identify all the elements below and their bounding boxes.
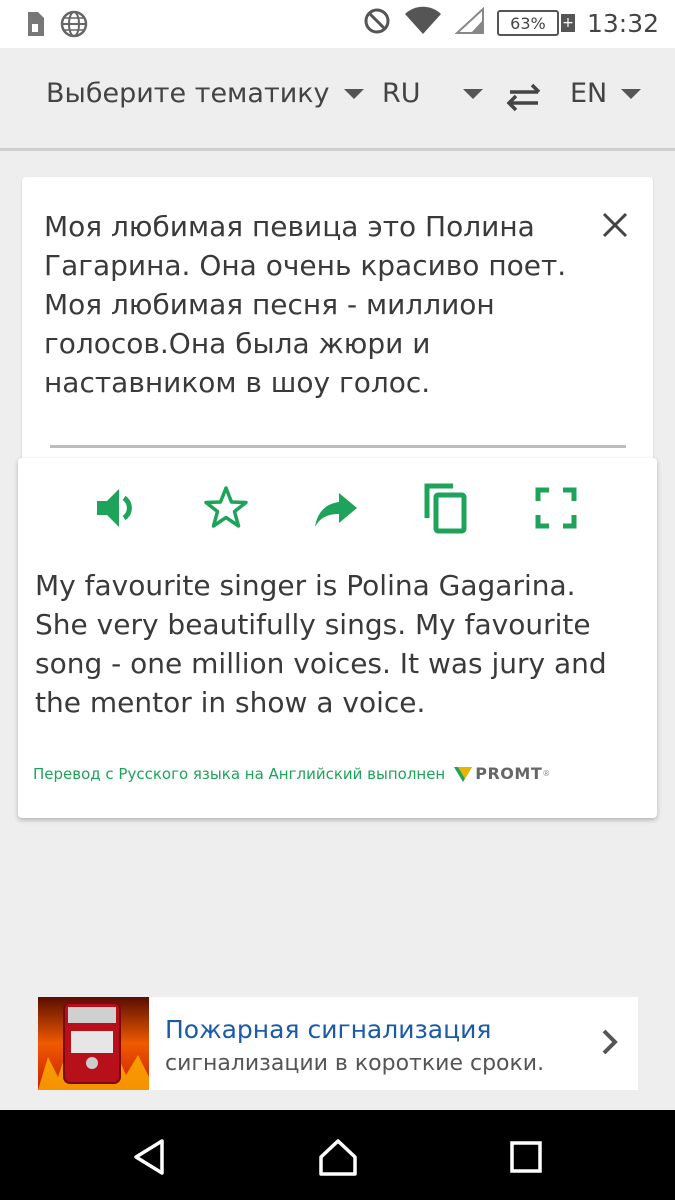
topic-label: Выберите тематику: [46, 78, 330, 109]
copy-icon: [424, 483, 467, 534]
favorite-button[interactable]: [196, 478, 256, 538]
ad-image: [38, 997, 149, 1090]
status-bar: 63% + 13:32: [0, 0, 675, 48]
language-toolbar: Выберите тематику RU EN: [0, 48, 675, 148]
toolbar-divider: [0, 148, 675, 151]
dnd-icon: [363, 7, 391, 39]
translation-text: My favourite singer is Polina Gagarina. …: [35, 569, 607, 719]
share-button[interactable]: [306, 478, 366, 538]
credit-text: Перевод с Русского языка на Английский в…: [33, 764, 446, 783]
topic-dropdown[interactable]: Выберите тематику: [46, 78, 364, 109]
back-triangle-icon: [134, 1139, 164, 1175]
chevron-down-icon: [462, 88, 483, 99]
source-language-label: RU: [382, 78, 421, 109]
source-text-input[interactable]: Моя любимая певица это Полина Гагарина. …: [44, 207, 584, 402]
recents-square-icon: [510, 1141, 542, 1173]
chevron-down-icon: [621, 88, 642, 99]
clear-button[interactable]: [595, 205, 635, 245]
promt-logo: PROMT ®: [453, 764, 550, 783]
system-navigation-bar: [0, 1110, 675, 1200]
translation-result-card: My favourite singer is Polina Gagarina. …: [18, 458, 657, 818]
swap-languages-button[interactable]: [504, 80, 544, 118]
wifi-icon: [403, 6, 443, 40]
promt-brand-mark: ®: [542, 769, 551, 778]
battery-icon: 63% +: [496, 10, 575, 36]
home-button[interactable]: [316, 1135, 360, 1179]
globe-icon: [60, 10, 88, 42]
ad-subtitle: сигнализации в короткие сроки.: [165, 1051, 545, 1076]
signal-icon: [454, 6, 485, 39]
source-text-card[interactable]: Моя любимая певица это Полина Гагарина. …: [22, 177, 653, 477]
clock: 13:32: [586, 8, 659, 38]
battery-percent: 63%: [510, 13, 546, 33]
fullscreen-icon: [535, 487, 577, 529]
target-language-dropdown[interactable]: EN: [570, 78, 642, 109]
share-arrow-icon: [315, 493, 357, 527]
close-icon: [602, 212, 628, 238]
ad-banner[interactable]: Пожарная сигнализация сигнализации в кор…: [38, 997, 638, 1090]
chevron-down-icon: [343, 88, 364, 99]
recents-button[interactable]: [504, 1135, 548, 1179]
fullscreen-button[interactable]: [526, 478, 586, 538]
input-underline: [50, 445, 626, 448]
target-language-label: EN: [570, 78, 608, 109]
copy-button[interactable]: [416, 478, 476, 538]
star-icon: [204, 486, 248, 528]
translation-credit[interactable]: Перевод с Русского языка на Английский в…: [33, 764, 550, 783]
promt-brand: PROMT: [475, 764, 543, 783]
chevron-right-icon[interactable]: [600, 1027, 620, 1061]
sim-icon: [24, 10, 46, 42]
ad-title[interactable]: Пожарная сигнализация: [165, 1015, 491, 1044]
source-language-dropdown[interactable]: RU: [382, 78, 483, 109]
swap-icon: [506, 83, 541, 112]
promt-logo-icon: [454, 766, 473, 782]
home-icon: [319, 1139, 357, 1176]
back-button[interactable]: [128, 1135, 172, 1179]
speaker-icon: [97, 489, 132, 527]
result-actions: [18, 478, 657, 538]
speak-button[interactable]: [86, 478, 146, 538]
